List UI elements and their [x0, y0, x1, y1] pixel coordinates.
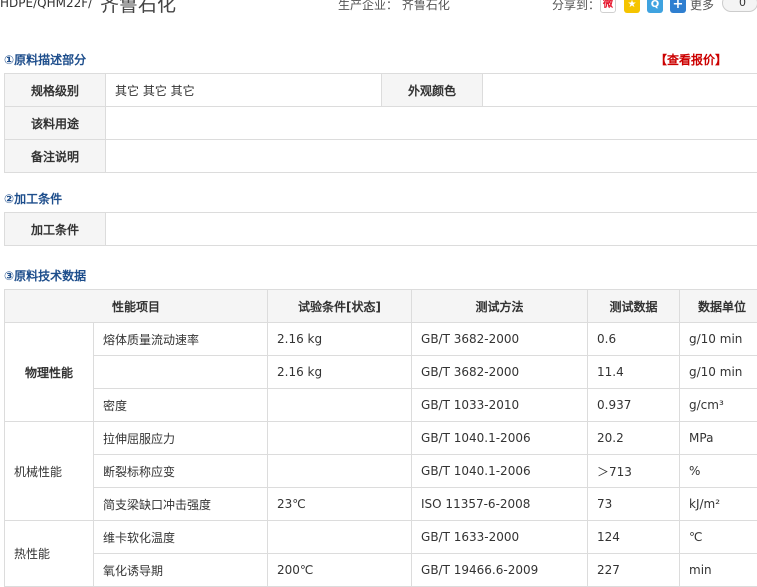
unit-cell: g/10 min	[680, 323, 757, 356]
condition-cell: 23℃	[268, 488, 412, 521]
share-label: 分享到：	[552, 0, 600, 13]
unit-cell: g/10 min	[680, 356, 757, 389]
technical-data-table: 性能项目 试验条件[状态] 测试方法 测试数据 数据单位 物理性能 熔体质量流动…	[4, 289, 757, 587]
grade-label: 规格级别	[5, 74, 106, 107]
method-cell: GB/T 1040.1-2006	[412, 455, 588, 488]
data-cell: ＞713	[588, 455, 680, 488]
table-row: 简支梁缺口冲击强度 23℃ ISO 11357-6-2008 73 kJ/m²	[5, 488, 757, 521]
color-label: 外观颜色	[382, 74, 483, 107]
method-cell: GB/T 1633-2000	[412, 521, 588, 554]
view-quote-link[interactable]: 【查看报价】	[655, 51, 727, 68]
header-condition: 试验条件[状态]	[268, 290, 412, 323]
unit-cell: kJ/m²	[680, 488, 757, 521]
unit-cell: min	[680, 554, 757, 587]
color-value	[483, 74, 757, 107]
method-cell: GB/T 19466.6-2009	[412, 554, 588, 587]
condition-cell: 2.16 kg	[268, 323, 412, 356]
table-row: 机械性能 拉伸屈服应力 GB/T 1040.1-2006 20.2 MPa	[5, 422, 757, 455]
processing-label: 加工条件	[5, 213, 106, 246]
section-title-description: ①原料描述部分	[4, 51, 86, 68]
product-code: HDPE/QHM22F/	[0, 0, 92, 10]
share-count: 0	[722, 0, 757, 12]
item-cell	[94, 356, 268, 389]
table-header-row: 性能项目 试验条件[状态] 测试方法 测试数据 数据单位	[5, 290, 757, 323]
table-row: 断裂标称应变 GB/T 1040.1-2006 ＞713 %	[5, 455, 757, 488]
data-cell: 20.2	[588, 422, 680, 455]
processing-value	[106, 213, 757, 246]
table-row: 物理性能 熔体质量流动速率 2.16 kg GB/T 3682-2000 0.6…	[5, 323, 757, 356]
qq-icon[interactable]: Q	[647, 0, 663, 13]
method-cell: GB/T 3682-2000	[412, 323, 588, 356]
data-cell: 227	[588, 554, 680, 587]
group-name: 热性能	[5, 521, 94, 587]
item-cell: 断裂标称应变	[94, 455, 268, 488]
data-cell: 11.4	[588, 356, 680, 389]
grade-value: 其它 其它 其它	[106, 74, 382, 107]
condition-cell: 200℃	[268, 554, 412, 587]
usage-label: 该料用途	[5, 107, 106, 140]
unit-cell: MPa	[680, 422, 757, 455]
item-cell: 简支梁缺口冲击强度	[94, 488, 268, 521]
data-cell: 73	[588, 488, 680, 521]
data-cell: 0.937	[588, 389, 680, 422]
condition-cell	[268, 422, 412, 455]
header-unit: 数据单位	[680, 290, 757, 323]
section-title-technical: ③原料技术数据	[4, 267, 86, 284]
table-row: 加工条件	[5, 213, 757, 246]
unit-cell: ℃	[680, 521, 757, 554]
item-cell: 维卡软化温度	[94, 521, 268, 554]
group-name: 物理性能	[5, 323, 94, 422]
qzone-icon[interactable]: ★	[624, 0, 640, 13]
producer-label: 生产企业： 齐鲁石化	[338, 0, 450, 13]
company-name: 齐鲁石化	[100, 0, 176, 16]
item-cell: 拉伸屈服应力	[94, 422, 268, 455]
header-method: 测试方法	[412, 290, 588, 323]
unit-cell: g/cm³	[680, 389, 757, 422]
method-cell: ISO 11357-6-2008	[412, 488, 588, 521]
more-share-link[interactable]: 更多	[690, 0, 714, 13]
product-header: HDPE/QHM22F/ 齐鲁石化 生产企业： 齐鲁石化 分享到： 微 ★ Q …	[0, 0, 757, 16]
weibo-icon[interactable]: 微	[600, 0, 616, 13]
usage-value	[106, 107, 757, 140]
item-cell: 密度	[94, 389, 268, 422]
table-row: 备注说明	[5, 140, 757, 173]
method-cell: GB/T 3682-2000	[412, 356, 588, 389]
method-cell: GB/T 1040.1-2006	[412, 422, 588, 455]
unit-cell: %	[680, 455, 757, 488]
condition-cell	[268, 521, 412, 554]
group-name: 机械性能	[5, 422, 94, 521]
header-property: 性能项目	[5, 290, 268, 323]
condition-cell	[268, 389, 412, 422]
description-table: 规格级别 其它 其它 其它 外观颜色 该料用途 备注说明	[4, 73, 757, 173]
remark-value	[106, 140, 757, 173]
table-row: 2.16 kg GB/T 3682-2000 11.4 g/10 min	[5, 356, 757, 389]
remark-label: 备注说明	[5, 140, 106, 173]
plus-icon[interactable]: +	[670, 0, 686, 13]
header-data: 测试数据	[588, 290, 680, 323]
section-title-processing: ②加工条件	[4, 190, 62, 207]
table-row: 氧化诱导期 200℃ GB/T 19466.6-2009 227 min	[5, 554, 757, 587]
condition-cell	[268, 455, 412, 488]
processing-table: 加工条件	[4, 212, 757, 246]
data-cell: 124	[588, 521, 680, 554]
item-cell: 氧化诱导期	[94, 554, 268, 587]
condition-cell: 2.16 kg	[268, 356, 412, 389]
method-cell: GB/T 1033-2010	[412, 389, 588, 422]
table-row: 热性能 维卡软化温度 GB/T 1633-2000 124 ℃	[5, 521, 757, 554]
data-cell: 0.6	[588, 323, 680, 356]
table-row: 规格级别 其它 其它 其它 外观颜色	[5, 74, 757, 107]
item-cell: 熔体质量流动速率	[94, 323, 268, 356]
table-row: 密度 GB/T 1033-2010 0.937 g/cm³	[5, 389, 757, 422]
table-row: 该料用途	[5, 107, 757, 140]
